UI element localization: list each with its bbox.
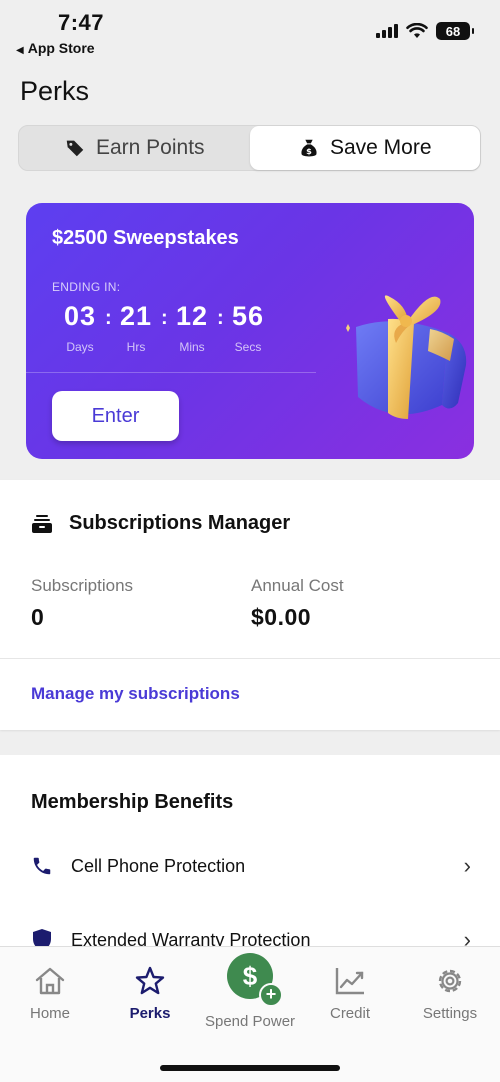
back-to-app-store[interactable]: ◀ App Store	[16, 40, 95, 56]
sweepstakes-card: $2500 Sweepstakes ENDING IN: 03 Days : 2…	[26, 203, 474, 459]
subscriptions-count-label: Subscriptions	[31, 576, 134, 595]
money-bag-icon: $	[301, 139, 317, 157]
dollar-plus-icon: $ +	[227, 953, 283, 1007]
annual-cost-label: Annual Cost	[251, 576, 344, 595]
tab-home[interactable]: Home	[0, 965, 100, 1022]
subscriptions-header: Subscriptions Manager	[31, 512, 290, 535]
tab-spend-power-label: Spend Power	[204, 1013, 296, 1030]
page-title: Perks	[20, 76, 90, 106]
countdown-hours: 21 Hrs	[108, 301, 164, 354]
tab-perks-label: Perks	[129, 1005, 171, 1022]
chart-icon	[335, 968, 364, 995]
wifi-icon	[406, 23, 428, 38]
home-indicator	[160, 1065, 340, 1071]
countdown-seconds-value: 56	[231, 301, 265, 331]
chevron-right-icon: ›	[463, 853, 471, 878]
tab-perks[interactable]: Perks	[100, 965, 200, 1022]
countdown-minutes-value: 12	[175, 301, 209, 331]
back-triangle-icon: ◀	[16, 45, 24, 56]
save-more-label: Save More	[329, 136, 432, 159]
gift-box-illustration	[346, 295, 467, 419]
section-divider	[0, 658, 500, 659]
countdown-days: 03 Days	[52, 301, 108, 354]
tab-settings[interactable]: Settings	[400, 965, 500, 1022]
countdown-hours-label: Hrs	[126, 340, 146, 354]
bottom-tab-bar: Home Perks $ + Spend Power Credit Setting…	[0, 946, 500, 1082]
subscriptions-manager-card: Subscriptions Manager Subscriptions 0 An…	[0, 480, 500, 730]
tab-earn-points[interactable]: Earn Points	[19, 126, 250, 170]
countdown-seconds: 56 Secs	[220, 301, 276, 354]
manage-subscriptions-link[interactable]: Manage my subscriptions	[31, 684, 240, 704]
membership-benefits-title: Membership Benefits	[31, 791, 234, 813]
back-app-label: App Store	[27, 40, 95, 56]
gear-icon	[438, 969, 462, 993]
benefit-label: Cell Phone Protection	[71, 855, 246, 876]
tab-home-label: Home	[29, 1005, 70, 1022]
battery-icon: 68	[436, 22, 474, 40]
status-bar: 7:47 ◀ App Store 68	[0, 0, 500, 62]
countdown-minutes: 12 Mins	[164, 301, 220, 354]
subscriptions-count-stat: Subscriptions 0	[31, 576, 133, 631]
tab-settings-label: Settings	[422, 1005, 478, 1022]
subscriptions-stack-icon	[32, 514, 52, 533]
segmented-control: Earn Points $ Save More	[18, 125, 481, 171]
subscriptions-count-value: 0	[31, 604, 45, 630]
sweepstakes-title: $2500 Sweepstakes	[52, 227, 239, 249]
countdown-days-value: 03	[63, 301, 97, 331]
status-icons: 68	[376, 22, 474, 40]
annual-cost-value: $0.00	[251, 604, 312, 630]
star-icon	[135, 966, 165, 995]
card-divider	[26, 372, 316, 373]
tab-spend-power[interactable]: $ + Spend Power	[200, 953, 300, 1030]
earn-points-label: Earn Points	[95, 136, 205, 159]
countdown-hours-value: 21	[119, 301, 153, 331]
annual-cost-stat: Annual Cost $0.00	[251, 576, 344, 631]
cell-signal-icon	[376, 24, 398, 38]
tab-save-more[interactable]: $ Save More	[249, 126, 480, 170]
countdown-timer: 03 Days : 21 Hrs : 12 Mins : 56 Secs	[52, 301, 276, 354]
tab-credit-label: Credit	[329, 1005, 370, 1022]
phone-icon	[33, 857, 51, 875]
membership-benefits-card: Membership Benefits Cell Phone Protectio…	[0, 755, 500, 955]
countdown-minutes-label: Mins	[179, 340, 205, 354]
tab-credit[interactable]: Credit	[300, 965, 400, 1022]
enter-button[interactable]: Enter	[52, 391, 179, 441]
ending-in-label: ENDING IN:	[52, 280, 121, 294]
countdown-days-label: Days	[66, 340, 94, 354]
svg-text:$: $	[306, 146, 312, 156]
countdown-seconds-label: Secs	[234, 340, 262, 354]
status-time: 7:47	[58, 10, 105, 35]
tag-icon	[66, 140, 84, 157]
benefit-cell-phone-protection[interactable]: Cell Phone Protection ›	[31, 853, 471, 879]
home-icon	[35, 967, 65, 995]
subscriptions-title: Subscriptions Manager	[69, 512, 291, 534]
